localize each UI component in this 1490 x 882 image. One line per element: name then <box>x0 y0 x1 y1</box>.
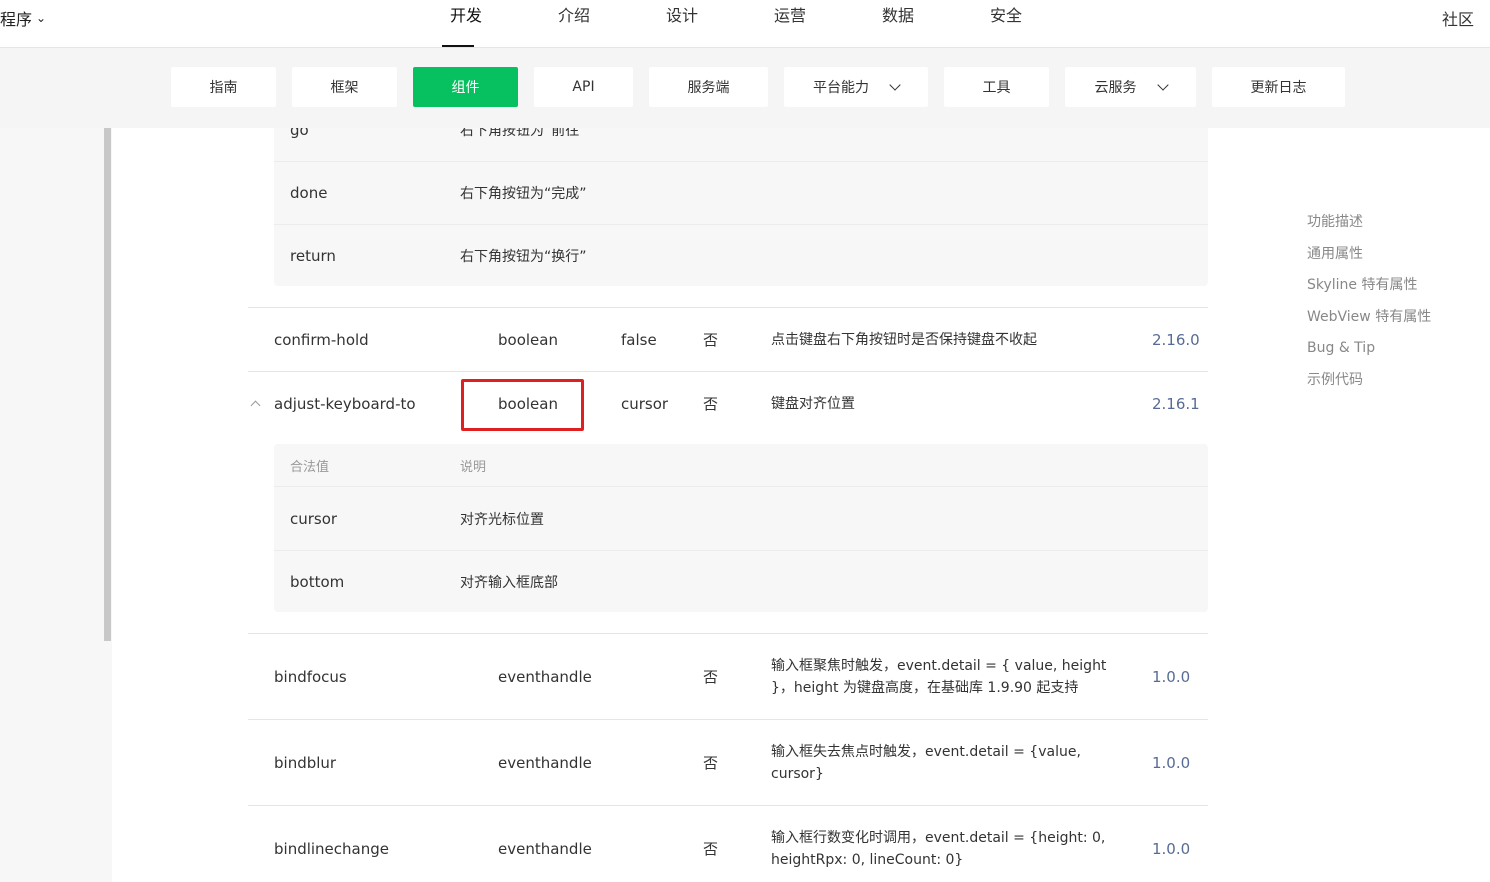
table-of-contents: 功能描述 通用属性 Skyline 特有属性 WebView 特有属性 Bug … <box>1307 212 1431 402</box>
brand-menu[interactable]: 程序 ⌄ <box>0 6 46 30</box>
attr-default: false <box>621 330 657 349</box>
toc-item[interactable]: 示例代码 <box>1307 370 1431 402</box>
main-tabs: 开发 介绍 设计 运营 数据 安全 <box>412 0 1060 48</box>
attr-required: 否 <box>703 668 719 686</box>
attr-required: 否 <box>703 395 719 413</box>
subtable-desc: 对齐光标位置 <box>460 511 544 528</box>
subnav-tools-label: 工具 <box>982 80 1011 96</box>
toc-item[interactable]: Bug & Tip <box>1307 338 1431 370</box>
attr-version-link[interactable]: 2.16.0 <box>1152 308 1200 371</box>
table-row: bindlinechange eventhandle 否 输入框行数变化时调用，… <box>248 805 1208 882</box>
subnav-cloud[interactable]: 云服务 <box>1065 67 1196 107</box>
subnav-platform[interactable]: 平台能力 <box>784 67 928 107</box>
adjust-keyboard-subtable: 合法值 说明 cursor 对齐光标位置 bottom 对齐输入框底部 <box>274 444 1208 612</box>
attr-desc: 输入框失去焦点时触发，event.detail = {value, cursor… <box>771 743 1081 782</box>
chevron-down-icon: ⌄ <box>36 11 47 25</box>
subtable-desc: 右下角按钮为“前往” <box>460 128 587 139</box>
attr-version-link[interactable]: 2.16.1 <box>1152 372 1200 435</box>
subtable-value: bottom <box>290 572 345 591</box>
attr-name: bindfocus <box>274 667 347 686</box>
tab-design[interactable]: 设计 <box>628 0 736 48</box>
sub-nav: 指南 框架 组件 API 服务端 平台能力 工具 云服务 更新日志 <box>0 48 1490 128</box>
toc-item[interactable]: WebView 特有属性 <box>1307 307 1431 339</box>
subnav-framework-label: 框架 <box>330 80 359 96</box>
subnav-guide-label: 指南 <box>209 80 238 96</box>
subtable-row: go 右下角按钮为“前往” <box>274 128 1208 161</box>
subnav-server[interactable]: 服务端 <box>649 67 768 107</box>
subtable-row: return 右下角按钮为“换行” <box>274 224 1208 286</box>
subnav-tools[interactable]: 工具 <box>944 67 1049 107</box>
confirm-type-subtable: go 右下角按钮为“前往” done 右下角按钮为“完成” return 右下角… <box>274 128 1208 286</box>
attr-version-link[interactable]: 1.0.0 <box>1152 634 1190 719</box>
attr-name: confirm-hold <box>274 330 369 349</box>
tab-operation[interactable]: 运营 <box>736 0 844 48</box>
subnav-platform-label: 平台能力 <box>813 80 869 96</box>
toc-item[interactable]: Skyline 特有属性 <box>1307 275 1431 307</box>
subnav-components[interactable]: 组件 <box>413 67 518 107</box>
attr-desc: 键盘对齐位置 <box>771 395 855 412</box>
tab-data[interactable]: 数据 <box>844 0 952 48</box>
subtable-header: 合法值 说明 <box>274 444 1208 486</box>
subnav-guide[interactable]: 指南 <box>171 67 276 107</box>
collapse-toggle[interactable] <box>248 372 261 435</box>
attributes-table: go 右下角按钮为“前往” done 右下角按钮为“完成” return 右下角… <box>112 128 1248 882</box>
table-row: bindfocus eventhandle 否 输入框聚焦时触发，event.d… <box>248 633 1208 719</box>
attr-name: adjust-keyboard-to <box>274 394 416 413</box>
subnav-server-label: 服务端 <box>687 80 730 96</box>
chevron-down-icon <box>1156 79 1169 91</box>
attr-type: eventhandle <box>498 839 592 858</box>
attr-name: bindlinechange <box>274 839 389 858</box>
subnav-api[interactable]: API <box>534 67 633 107</box>
table-row: confirm-hold boolean false 否 点击键盘右下角按钮时是… <box>248 307 1208 371</box>
subnav-changelog-label: 更新日志 <box>1250 80 1307 96</box>
community-link[interactable]: 社区 <box>1442 6 1474 30</box>
toc-item[interactable]: 功能描述 <box>1307 212 1431 244</box>
subtable-value: done <box>290 184 328 202</box>
attr-type: eventhandle <box>498 667 592 686</box>
attr-name: bindblur <box>274 753 337 772</box>
chevron-down-icon <box>889 79 901 91</box>
subtable-desc: 右下角按钮为“完成” <box>460 186 587 202</box>
subtable-value: return <box>290 246 336 265</box>
subtable-header-value: 合法值 <box>290 459 330 475</box>
subnav-components-label: 组件 <box>451 80 480 96</box>
subtable-row: bottom 对齐输入框底部 <box>274 550 1208 612</box>
tab-intro[interactable]: 介绍 <box>520 0 628 48</box>
subtable-desc: 对齐输入框底部 <box>460 574 558 591</box>
subnav-changelog[interactable]: 更新日志 <box>1212 67 1345 107</box>
subtable-value: cursor <box>290 509 338 528</box>
table-row: adjust-keyboard-to boolean cursor 否 键盘对齐… <box>248 371 1208 435</box>
attr-type: eventhandle <box>498 753 592 772</box>
subtable-value: go <box>290 128 309 139</box>
brand-label: 程序 <box>0 10 33 29</box>
attr-required: 否 <box>703 840 719 858</box>
attr-default: cursor <box>621 394 669 413</box>
tab-security[interactable]: 安全 <box>952 0 1060 48</box>
attr-version-link[interactable]: 1.0.0 <box>1152 720 1190 805</box>
subnav-framework[interactable]: 框架 <box>292 67 397 107</box>
subtable-header-desc: 说明 <box>460 459 487 475</box>
attr-desc: 输入框聚焦时触发，event.detail = { value, height … <box>771 657 1107 696</box>
attr-required: 否 <box>703 754 719 772</box>
table-row: bindblur eventhandle 否 输入框失去焦点时触发，event.… <box>248 719 1208 805</box>
subnav-cloud-label: 云服务 <box>1094 80 1137 96</box>
attr-required: 否 <box>703 331 719 349</box>
subnav-api-label: API <box>572 79 595 95</box>
highlight-box <box>461 379 584 431</box>
attr-version-link[interactable]: 1.0.0 <box>1152 806 1190 882</box>
subtable-row: cursor 对齐光标位置 <box>274 486 1208 550</box>
attr-desc: 点击键盘右下角按钮时是否保持键盘不收起 <box>771 331 1037 348</box>
attr-type: boolean <box>498 330 558 349</box>
subtable-desc: 右下角按钮为“换行” <box>460 248 587 265</box>
sidebar-scrollbar[interactable] <box>104 128 111 641</box>
tab-dev[interactable]: 开发 <box>412 0 520 48</box>
toc-item[interactable]: 通用属性 <box>1307 244 1431 276</box>
chevron-up-icon <box>250 400 261 411</box>
subtable-row: done 右下角按钮为“完成” <box>274 161 1208 224</box>
left-sidebar <box>0 128 112 882</box>
attr-desc: 输入框行数变化时调用，event.detail = {height: 0, he… <box>771 829 1106 868</box>
top-nav: 程序 ⌄ 开发 介绍 设计 运营 数据 安全 社区 <box>0 0 1490 48</box>
